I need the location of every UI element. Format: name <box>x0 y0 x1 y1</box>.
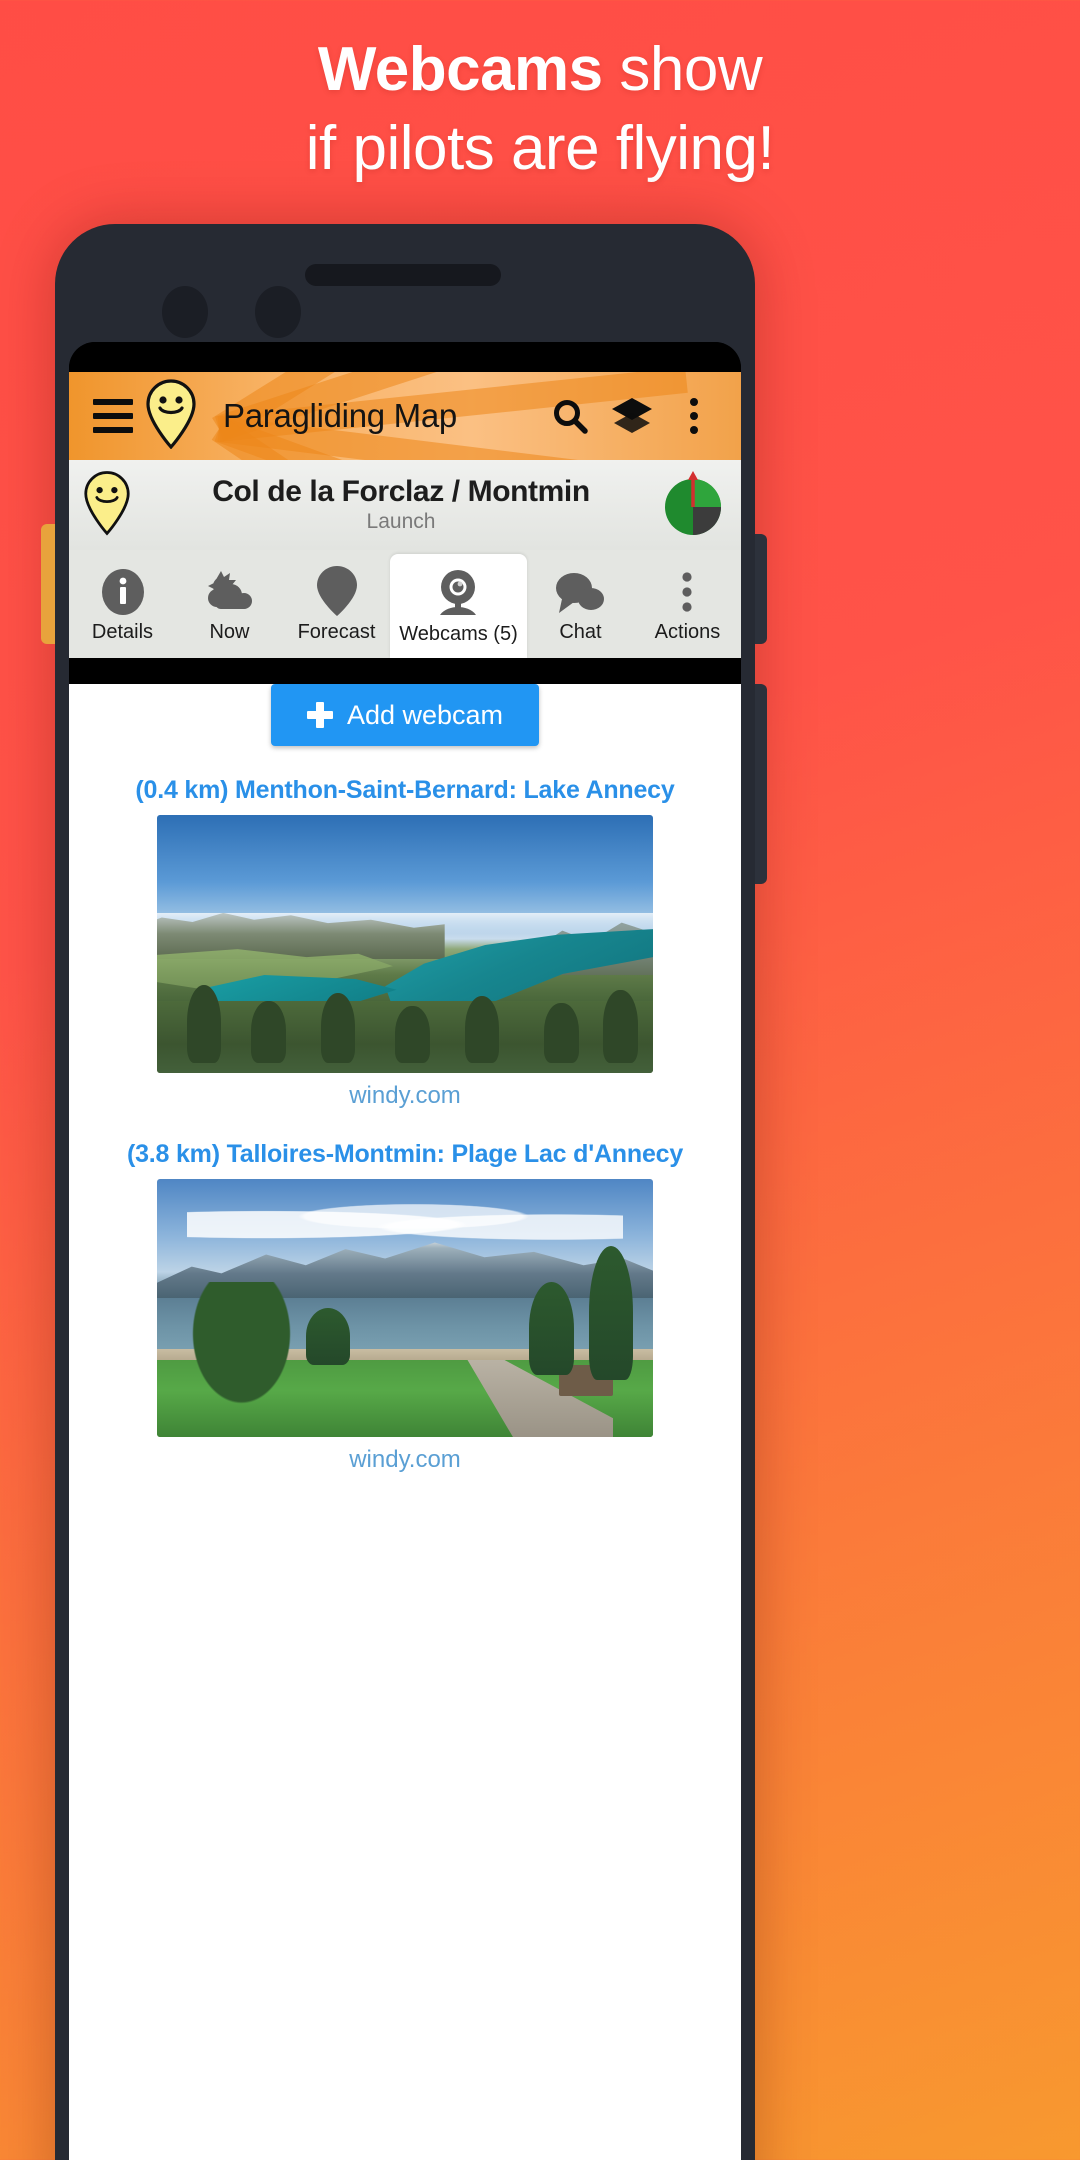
status-bar <box>69 342 741 372</box>
tab-now-label: Now <box>209 620 250 643</box>
smiley-map-pin-logo <box>145 378 207 454</box>
page-title: Col de la Forclaz / Montmin <box>212 474 590 508</box>
map-pin-icon <box>316 565 358 617</box>
search-icon[interactable] <box>539 396 601 436</box>
add-webcam-label: Add webcam <box>346 699 504 730</box>
overflow-menu-icon <box>678 565 696 617</box>
tab-webcams-label: Webcams (5) <box>399 622 518 645</box>
promo-line-1: Webcams show <box>0 30 1080 109</box>
phone-screen: Paragliding Map Col de la Forclaz / Mont… <box>69 342 741 2160</box>
smiley-map-pin-icon <box>83 470 143 541</box>
webcam-image[interactable] <box>157 815 653 1073</box>
tab-chat-label: Chat <box>559 620 602 643</box>
earpiece-speaker <box>305 264 501 286</box>
promo-line-1-rest: show <box>602 35 763 104</box>
front-sensor-icon <box>255 286 301 338</box>
promo-headline: Webcams show if pilots are flying! <box>0 30 1080 189</box>
promo-line-2: if pilots are flying! <box>305 114 775 184</box>
webcam-icon <box>432 567 484 619</box>
plus-icon <box>306 702 333 728</box>
site-header: Col de la Forclaz / Montmin Launch <box>69 460 741 550</box>
phone-mockup: Paragliding Map Col de la Forclaz / Mont… <box>41 224 767 2160</box>
tab-forecast[interactable]: Forecast <box>283 550 390 658</box>
tab-details-label: Details <box>91 620 154 643</box>
phone-button-power <box>755 684 767 884</box>
app-bar: Paragliding Map <box>69 372 741 460</box>
wind-direction-dial[interactable] <box>659 471 727 539</box>
tab-webcams[interactable]: Webcams (5) <box>390 554 527 658</box>
webcam-image[interactable] <box>157 1179 653 1437</box>
app-title: Paragliding Map <box>223 397 457 434</box>
sun-cloud-icon <box>201 565 259 617</box>
info-icon <box>98 565 148 617</box>
webcams-content: Add webcam (0.4 km) Menthon-Saint-Bernar… <box>69 684 741 2160</box>
front-camera-icon <box>162 286 208 338</box>
tab-now[interactable]: Now <box>176 550 283 658</box>
tab-forecast-label: Forecast <box>297 620 376 643</box>
layers-icon[interactable] <box>601 396 663 436</box>
chat-icon <box>554 565 606 617</box>
tab-details[interactable]: Details <box>69 550 176 658</box>
tab-chat[interactable]: Chat <box>527 550 634 658</box>
hamburger-icon[interactable] <box>85 399 141 433</box>
tab-actions-label: Actions <box>654 620 721 643</box>
phone-button-volume <box>755 534 767 644</box>
promo-line-1-strong: Webcams <box>317 35 603 104</box>
webcam-source[interactable]: windy.com <box>69 1446 741 1474</box>
tab-bar: Details Now Forecast Webcams (5) Chat Ac… <box>69 550 741 658</box>
webcam-title[interactable]: (3.8 km) Talloires-Montmin: Plage Lac d'… <box>69 1140 741 1169</box>
webcam-source[interactable]: windy.com <box>69 1082 741 1110</box>
site-title-block: Col de la Forclaz / Montmin Launch <box>143 476 659 535</box>
tab-actions[interactable]: Actions <box>634 550 741 658</box>
site-subtitle: Launch <box>366 510 436 534</box>
add-webcam-button[interactable]: Add webcam <box>271 684 539 746</box>
webcam-title[interactable]: (0.4 km) Menthon-Saint-Bernard: Lake Ann… <box>69 776 741 805</box>
overflow-menu-icon[interactable] <box>663 398 725 434</box>
